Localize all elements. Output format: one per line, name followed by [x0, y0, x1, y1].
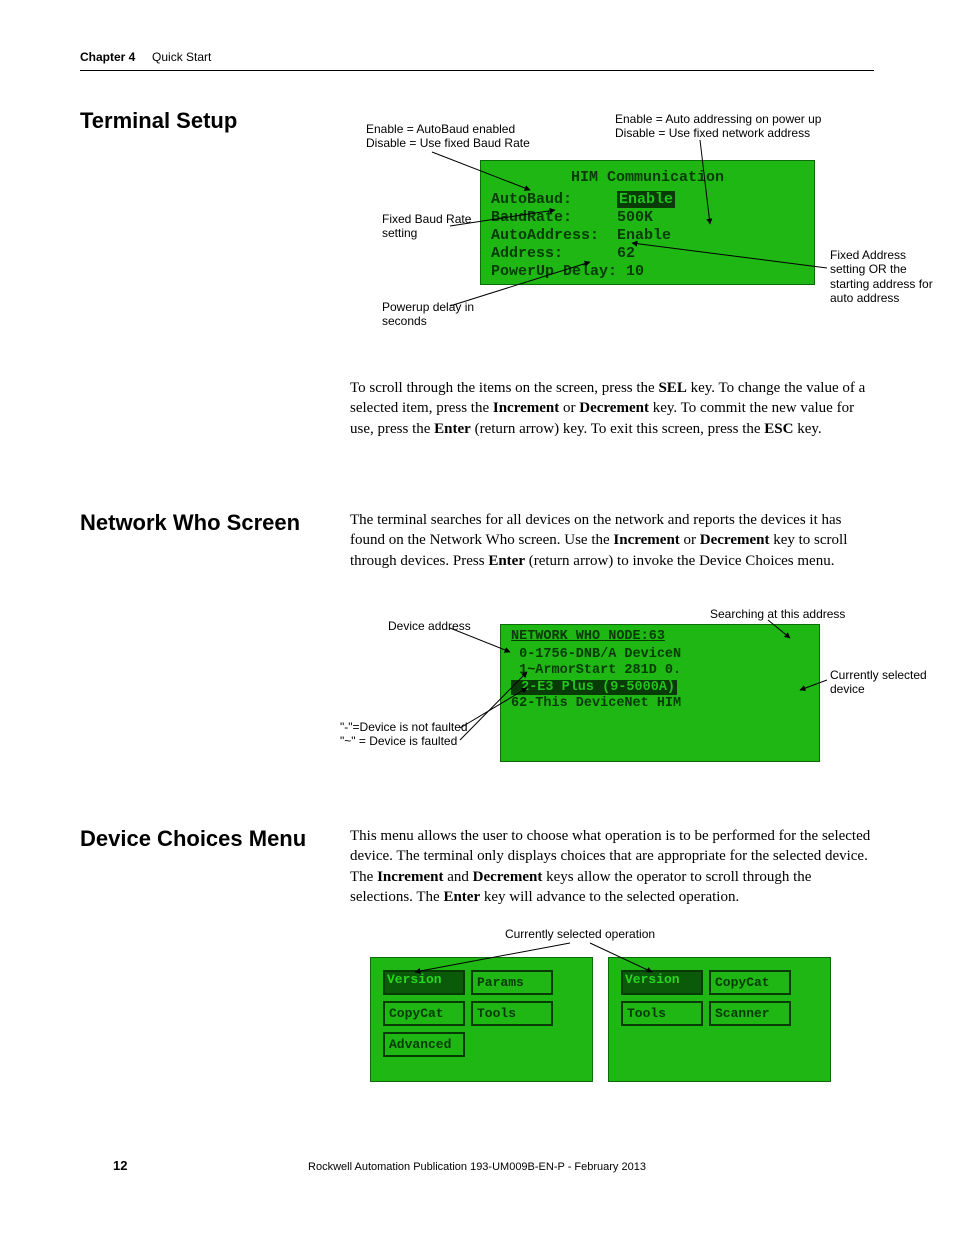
callout-selected: Currently selected device	[830, 668, 940, 697]
callout-powerup: Powerup delay in seconds	[382, 300, 502, 329]
menu-option-params[interactable]: Params	[471, 970, 553, 995]
para-network-who: The terminal searches for all devices on…	[350, 510, 875, 571]
lcd1-row: PowerUp Delay: 10	[491, 263, 804, 281]
callout-autobaud: Enable = AutoBaud enabledDisable = Use f…	[366, 122, 536, 151]
lcd1-row: Address: 62	[491, 245, 804, 263]
menu-option-copycat[interactable]: CopyCat	[709, 970, 791, 995]
lcd2-row: 0-1756-DNB/A DeviceN	[511, 647, 809, 663]
lcd1-row: AutoBaud: Enable	[491, 191, 804, 209]
lcd2-row: 1~ArmorStart 281D 0.	[511, 663, 809, 679]
callout-baudsetting: Fixed Baud Rate setting	[382, 212, 472, 241]
lcd1-row: BaudRate: 500K	[491, 209, 804, 227]
menu-option-version[interactable]: Version	[383, 970, 465, 995]
lcd2-header: NETWORK WHO NODE:63	[511, 629, 809, 645]
callout-address: Fixed Address setting OR the starting ad…	[830, 248, 940, 306]
menu-option-tools[interactable]: Tools	[621, 1001, 703, 1026]
lcd-menu-a: VersionParamsCopyCatToolsAdvanced	[370, 957, 593, 1082]
page-header: Chapter 4 Quick Start	[80, 50, 874, 71]
menu-option-tools[interactable]: Tools	[471, 1001, 553, 1026]
chapter-label: Chapter 4	[80, 50, 135, 64]
heading-network-who: Network Who Screen	[80, 510, 300, 536]
lcd2-row: 2-E3 Plus (9-5000A)	[511, 680, 809, 696]
lcd1-title: HIM Communication	[491, 169, 804, 187]
callout-searching: Searching at this address	[710, 607, 860, 621]
menu-option-version[interactable]: Version	[621, 970, 703, 995]
publication-line: Rockwell Automation Publication 193-UM00…	[0, 1161, 954, 1173]
heading-terminal-setup: Terminal Setup	[80, 108, 237, 134]
menu-option-copycat[interactable]: CopyCat	[383, 1001, 465, 1026]
menu-option-advanced[interactable]: Advanced	[383, 1032, 465, 1057]
heading-device-choices: Device Choices Menu	[80, 826, 306, 852]
para-terminal-setup: To scroll through the items on the scree…	[350, 378, 875, 439]
callout-selected-op: Currently selected operation	[480, 927, 680, 941]
lcd-network-who: NETWORK WHO NODE:63 0-1756-DNB/A DeviceN…	[500, 624, 820, 762]
lcd-him-communication: HIM Communication AutoBaud: EnableBaudRa…	[480, 160, 815, 285]
para-device-choices: This menu allows the user to choose what…	[350, 826, 875, 907]
callout-faultlegend: "-"=Device is not faulted"~" = Device is…	[340, 720, 490, 749]
callout-autoaddr: Enable = Auto addressing on power upDisa…	[615, 112, 845, 141]
callout-devaddr: Device address	[388, 619, 488, 633]
chapter-title: Quick Start	[152, 50, 211, 64]
menu-option-scanner[interactable]: Scanner	[709, 1001, 791, 1026]
lcd-menu-b: VersionCopyCatToolsScanner	[608, 957, 831, 1082]
lcd1-row: AutoAddress: Enable	[491, 227, 804, 245]
lcd2-row: 62-This DeviceNet HIM	[511, 696, 809, 712]
